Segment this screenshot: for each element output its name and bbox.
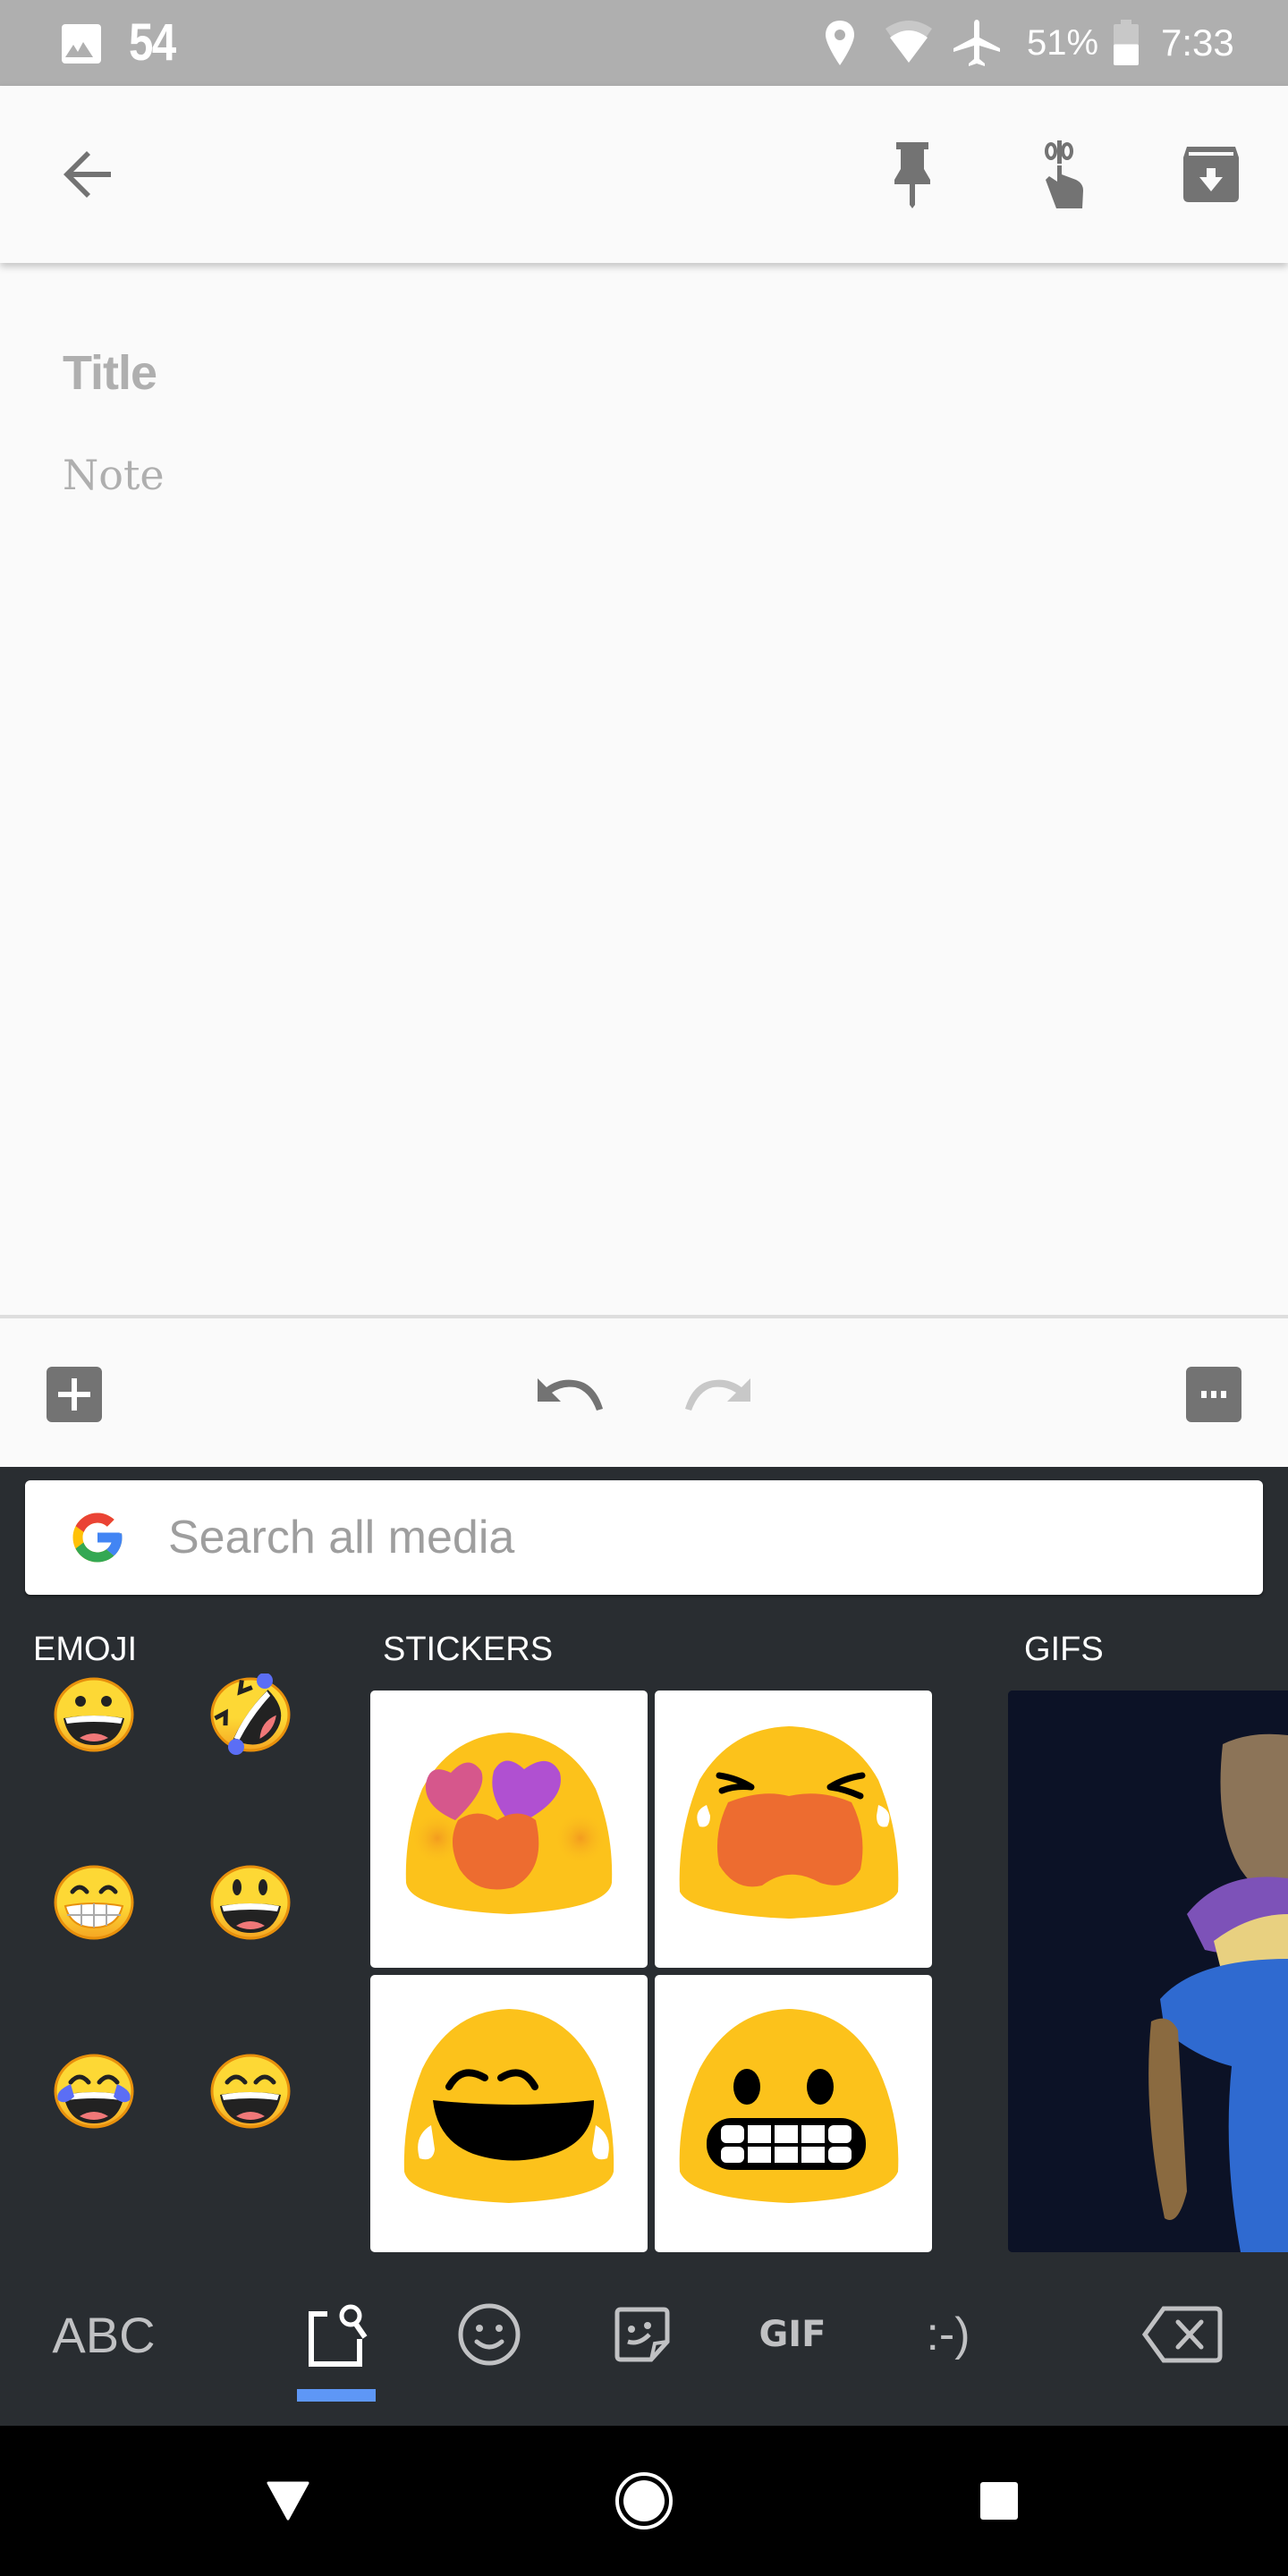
- emoji-tears-of-joy[interactable]: [40, 2038, 148, 2145]
- archive-icon: [1183, 147, 1239, 202]
- reminder-button[interactable]: [1018, 131, 1104, 217]
- note-body-field[interactable]: Note: [63, 451, 165, 499]
- location-icon: [826, 21, 854, 65]
- nav-back-button[interactable]: [243, 2456, 333, 2546]
- back-button[interactable]: [45, 131, 131, 217]
- crying-sticker[interactable]: [655, 1690, 932, 1968]
- rolling-on-floor-laughing-icon: [210, 1674, 291, 1755]
- redo-button[interactable]: [678, 1354, 758, 1435]
- heart-eyes-sticker[interactable]: [370, 1690, 648, 1968]
- system-navigation-bar: [0, 2426, 1288, 2576]
- airplane-mode-icon: [953, 20, 1000, 66]
- status-bar: 54 51% 7:33: [0, 0, 1288, 86]
- battery-icon: [1114, 20, 1139, 65]
- pin-icon: [894, 142, 930, 208]
- category-stickers[interactable]: STICKERS: [383, 1631, 553, 1669]
- nav-back-icon: [267, 2481, 309, 2521]
- clock: 7:33: [1161, 21, 1234, 64]
- note-title-field[interactable]: Title: [63, 345, 157, 401]
- backspace-icon: [1142, 2306, 1223, 2363]
- wifi-icon: [886, 21, 932, 63]
- add-box-icon: [47, 1367, 102, 1422]
- active-tab-indicator: [297, 2389, 376, 2402]
- undo-button[interactable]: [530, 1354, 610, 1435]
- more-button[interactable]: [1174, 1354, 1254, 1435]
- nav-home-icon: [615, 2472, 673, 2529]
- emoji-rolling-on-floor-laughing[interactable]: [197, 1661, 304, 1768]
- backspace-key[interactable]: [1138, 2290, 1227, 2379]
- tab-media-search[interactable]: [292, 2290, 381, 2379]
- emoji-smiley-face[interactable]: [197, 1849, 304, 1956]
- grimacing-sticker-image: [679, 2009, 899, 2203]
- keyboard-media-panel: EMOJI STICKERS GIFS: [0, 1467, 1288, 2426]
- crying-sticker-image: [679, 1726, 899, 1919]
- add-button[interactable]: [34, 1354, 114, 1435]
- note-toolbar: [0, 86, 1288, 263]
- smiley-face-icon: [210, 1865, 291, 1940]
- abc-key[interactable]: ABC: [32, 2290, 175, 2379]
- laughing-tears-sticker[interactable]: [370, 1975, 648, 2252]
- more-icon: [1186, 1367, 1241, 1422]
- gif-thumbnail[interactable]: [1008, 1690, 1288, 2252]
- note-action-bar: [0, 1315, 1288, 1467]
- tab-emoji[interactable]: [445, 2290, 534, 2379]
- notification-count: 54: [129, 13, 176, 72]
- battery-percent: 51%: [1027, 23, 1099, 63]
- emoji-beaming-face[interactable]: [40, 1849, 148, 1956]
- tab-gif[interactable]: GIF: [748, 2290, 837, 2379]
- undo-icon: [538, 1378, 603, 1411]
- sticker-icon: [614, 2307, 670, 2362]
- tears-of-joy-icon: [54, 2054, 134, 2129]
- emoji-grinning-smiling-eyes[interactable]: [197, 2038, 304, 2145]
- media-search-input[interactable]: [168, 1511, 1152, 1564]
- image-icon: [62, 24, 101, 64]
- heart-eyes-sticker-image: [405, 1733, 613, 1914]
- grinning-face-icon: [54, 1677, 134, 1752]
- gif-preview-image: [1008, 1690, 1288, 2252]
- nav-recents-icon: [980, 2482, 1018, 2520]
- nav-home-button[interactable]: [599, 2456, 689, 2546]
- beaming-face-icon: [54, 1865, 134, 1940]
- keyboard-bottom-bar: ABC GIF :-): [0, 2254, 1288, 2426]
- reminder-icon: [1045, 140, 1083, 208]
- emoji-icon: [458, 2303, 521, 2366]
- tab-stickers[interactable]: [597, 2290, 687, 2379]
- redo-icon: [685, 1378, 750, 1411]
- laughing-tears-sticker-image: [403, 2009, 614, 2203]
- media-search-box[interactable]: [25, 1480, 1263, 1595]
- media-search-icon: [309, 2304, 368, 2367]
- pin-button[interactable]: [869, 131, 955, 217]
- google-logo-icon: [72, 1513, 123, 1563]
- arrow-back-icon: [64, 151, 111, 198]
- grinning-smiling-eyes-icon: [210, 2054, 291, 2129]
- category-gifs[interactable]: GIFS: [1024, 1631, 1104, 1669]
- emoji-grinning-face[interactable]: [40, 1661, 148, 1768]
- note-editor: Title Note: [0, 263, 1288, 1315]
- nav-recents-button[interactable]: [954, 2456, 1044, 2546]
- archive-button[interactable]: [1168, 131, 1254, 217]
- tab-emoticons[interactable]: :-): [903, 2290, 993, 2379]
- grimacing-sticker[interactable]: [655, 1975, 932, 2252]
